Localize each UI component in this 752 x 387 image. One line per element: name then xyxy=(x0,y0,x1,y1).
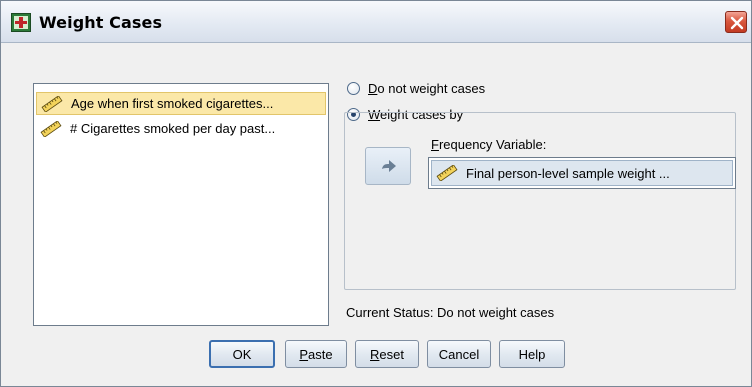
frequency-variable-item[interactable]: Final person-level sample weight ... xyxy=(431,160,733,186)
scale-ruler-icon xyxy=(41,95,63,112)
list-item-label: # Cigarettes smoked per day past... xyxy=(70,121,276,136)
do-not-weight-radio[interactable] xyxy=(347,82,360,95)
right-arrow-icon xyxy=(382,160,396,172)
help-button[interactable]: Help xyxy=(499,340,565,368)
move-variable-button[interactable] xyxy=(365,147,411,185)
close-button[interactable] xyxy=(725,11,747,33)
frequency-variable-field[interactable]: Final person-level sample weight ... xyxy=(428,157,736,189)
paste-button[interactable]: Paste xyxy=(285,340,347,368)
close-icon xyxy=(730,16,744,30)
cancel-button-label: Cancel xyxy=(438,346,480,362)
frequency-variable-label: Frequency Variable: xyxy=(431,137,547,152)
reset-button[interactable]: Reset xyxy=(355,340,419,368)
weight-cases-app-icon xyxy=(11,13,31,32)
title-bar[interactable]: Weight Cases xyxy=(1,1,751,43)
scale-ruler-icon xyxy=(436,165,458,181)
list-item[interactable]: # Cigarettes smoked per day past... xyxy=(36,117,326,140)
do-not-weight-option[interactable]: Do not weight cases xyxy=(347,81,485,96)
list-item-label: Age when first smoked cigarettes... xyxy=(71,96,274,111)
do-not-weight-label: Do not weight cases xyxy=(368,81,486,96)
ok-button[interactable]: OK xyxy=(209,340,275,368)
help-button-label: Help xyxy=(518,346,546,362)
frequency-variable-value: Final person-level sample weight ... xyxy=(466,165,670,181)
variable-source-list[interactable]: Age when first smoked cigarettes... # Ci… xyxy=(33,83,329,326)
current-status-text: Current Status: Do not weight cases xyxy=(346,305,555,320)
cancel-button[interactable]: Cancel xyxy=(427,340,491,368)
scale-ruler-icon xyxy=(40,120,62,137)
paste-button-label: Paste xyxy=(299,346,333,362)
reset-button-label: Reset xyxy=(370,346,404,362)
window-title: Weight Cases xyxy=(39,13,163,32)
ok-button-label: OK xyxy=(232,346,252,362)
weight-cases-dialog: Weight Cases Age when first smoked cigar… xyxy=(0,0,752,387)
list-item[interactable]: Age when first smoked cigarettes... xyxy=(36,92,326,115)
